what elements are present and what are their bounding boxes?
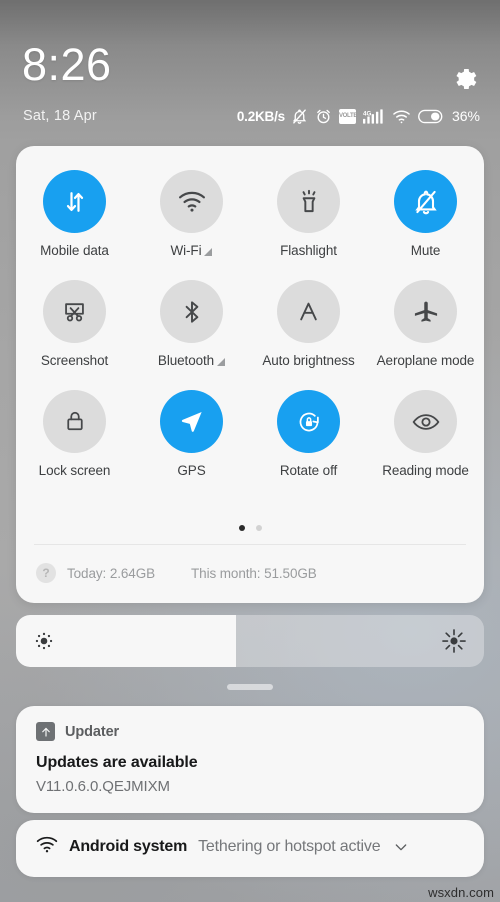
signal-indicator-icon [217, 358, 226, 366]
tile-label: GPS [177, 463, 205, 478]
tile-screenshot[interactable]: Screenshot [20, 280, 130, 368]
signal-4g-icon: 4G [362, 108, 385, 125]
quick-settings-panel: Mobile data Wi-Fi Flashlight Mute Screen… [16, 146, 484, 603]
tile-mute[interactable]: Mute [371, 170, 481, 258]
tile-label-text: Flashlight [280, 243, 337, 258]
tile-label-text: Reading mode [382, 463, 469, 478]
tile-row: Mobile data Wi-Fi Flashlight Mute [16, 170, 484, 258]
brightness-row [16, 615, 484, 667]
tile-label-text: Bluetooth [157, 353, 215, 368]
tile-label: Wi-Fi [171, 243, 213, 258]
tile-label-text: Mobile data [40, 243, 109, 258]
page-dot-1[interactable] [238, 525, 245, 531]
network-speed-label: 0.2KB/s [236, 108, 285, 124]
notification-title: Updates are available [36, 754, 198, 771]
updater-arrow-icon [36, 722, 55, 741]
lock-icon [43, 390, 106, 453]
tile-flashlight[interactable]: Flashlight [254, 170, 364, 258]
tile-label: Reading mode [382, 463, 469, 478]
alarm-clock-icon [315, 108, 332, 125]
tile-label: Flashlight [280, 243, 337, 258]
tile-label-text: Auto brightness [262, 353, 355, 368]
notification-android-system[interactable]: Android system Tethering or hotspot acti… [16, 820, 484, 877]
gps-arrow-icon [160, 390, 223, 453]
panel-drag-handle[interactable] [227, 684, 273, 690]
volte-icon: VO LTE [338, 108, 358, 124]
chevron-down-icon[interactable] [393, 839, 409, 855]
aeroplane-icon [394, 280, 457, 343]
wifi-icon [160, 170, 223, 233]
tile-label-text: GPS [177, 463, 206, 478]
notification-list: Updater Updates are available V11.0.6.0.… [16, 706, 484, 877]
notification-app-name: Android system [69, 838, 188, 855]
watermark-label: wsxdn.com [428, 885, 494, 900]
tile-label-text: Lock screen [38, 463, 111, 478]
tile-label: Rotate off [280, 463, 337, 478]
svg-text:4G: 4G [363, 110, 371, 117]
tile-label: Aeroplane mode [377, 353, 475, 368]
auto-brightness-icon [277, 280, 340, 343]
tile-label-text: Aeroplane mode [376, 353, 475, 368]
data-usage-today: Today: 2.64GB [67, 565, 156, 581]
notification-header: Updater [36, 722, 464, 741]
clock-time: 8:26 [22, 39, 112, 90]
mute-bell-icon [291, 108, 308, 125]
help-icon[interactable]: ? [36, 563, 56, 583]
tile-label: Lock screen [39, 463, 111, 478]
tile-mobile-data[interactable]: Mobile data [20, 170, 130, 258]
quick-settings-grid: Mobile data Wi-Fi Flashlight Mute Screen… [16, 170, 484, 478]
tile-reading-mode[interactable]: Reading mode [371, 390, 481, 478]
gear-icon[interactable] [452, 66, 478, 92]
tile-auto-brightness[interactable]: Auto brightness [254, 280, 364, 368]
tile-gps[interactable]: GPS [137, 390, 247, 478]
wifi-icon [392, 108, 411, 125]
battery-icon [418, 109, 444, 124]
tile-label-text: Mute [410, 243, 441, 258]
mute-bell-icon [394, 170, 457, 233]
tile-label: Auto brightness [262, 353, 354, 368]
status-header: 8:26 Sat, 18 Apr 0.2KB/s VO LTE 4G 36% [0, 0, 500, 145]
rotate-lock-icon [277, 390, 340, 453]
tile-bluetooth[interactable]: Bluetooth [137, 280, 247, 368]
eye-icon [394, 390, 457, 453]
screenshot-icon [43, 280, 106, 343]
flashlight-icon [277, 170, 340, 233]
data-usage-month: This month: 51.50GB [191, 565, 317, 581]
data-usage-bar[interactable]: ? Today: 2.64GB This month: 51.50GB [36, 557, 466, 589]
tile-row: Screenshot Bluetooth Auto brightness Aer… [16, 280, 484, 368]
date-label: Sat, 18 Apr [23, 108, 97, 124]
battery-percent-label: 36% [451, 108, 480, 124]
mobile-data-icon [43, 170, 106, 233]
divider [34, 544, 466, 545]
tile-label: Mobile data [40, 243, 109, 258]
brightness-low-icon [33, 630, 55, 652]
page-dot-2[interactable] [255, 525, 262, 531]
wifi-tether-icon [36, 835, 58, 859]
tile-label: Bluetooth [157, 353, 226, 368]
tile-label-text: Wi-Fi [170, 243, 202, 258]
signal-indicator-icon [204, 248, 213, 256]
page-indicator [16, 525, 484, 531]
tile-label-text: Rotate off [279, 463, 338, 478]
tile-label-text: Screenshot [40, 353, 109, 368]
tile-rotate-off[interactable]: Rotate off [254, 390, 364, 478]
notification-body: V11.0.6.0.QEJMIXM [36, 778, 170, 795]
tile-row: Lock screen GPS Rotate off Reading mode [16, 390, 484, 478]
tile-wifi[interactable]: Wi-Fi [137, 170, 247, 258]
volte-line-2: LTE [347, 113, 358, 119]
notification-app-name: Updater [65, 723, 120, 740]
brightness-slider[interactable] [16, 615, 484, 667]
volte-line-1: VO [338, 113, 348, 119]
notification-text: Tethering or hotspot active [198, 838, 381, 855]
brightness-high-icon [441, 628, 467, 654]
tile-lock-screen[interactable]: Lock screen [20, 390, 130, 478]
status-bar-icons: 0.2KB/s VO LTE 4G 36% [237, 106, 480, 126]
tile-label: Screenshot [41, 353, 108, 368]
notification-header: Android system Tethering or hotspot acti… [36, 835, 464, 859]
tile-aeroplane-mode[interactable]: Aeroplane mode [371, 280, 481, 368]
bluetooth-icon [160, 280, 223, 343]
notification-updater[interactable]: Updater Updates are available V11.0.6.0.… [16, 706, 484, 813]
tile-label: Mute [411, 243, 441, 258]
